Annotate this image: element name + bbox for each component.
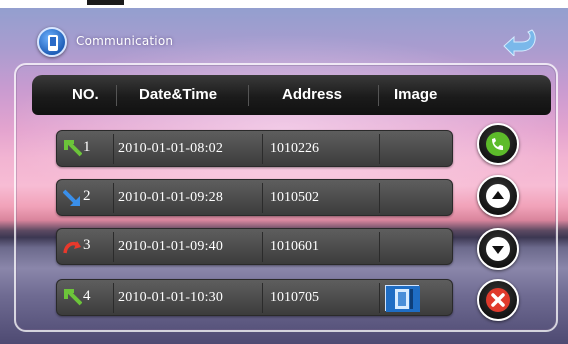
- return-arrow-icon[interactable]: [502, 26, 540, 58]
- cell-divider: [113, 283, 114, 313]
- phone-globe-icon[interactable]: [37, 27, 67, 57]
- scroll-down-button[interactable]: [477, 228, 519, 270]
- cell-divider: [113, 232, 114, 262]
- column-header-datetime: Date&Time: [139, 86, 218, 103]
- column-header-no: NO.: [72, 86, 99, 103]
- row-number: 2: [83, 188, 91, 204]
- row-address: 1010705: [270, 290, 319, 305]
- outgoing-call-icon: [63, 189, 80, 206]
- table-row[interactable]: 3 2010-01-01-09:40 1010601: [56, 228, 453, 265]
- phone-glyph: [48, 35, 58, 51]
- image-thumbnail[interactable]: [385, 285, 420, 312]
- door-image-icon: [386, 286, 420, 312]
- row-address: 1010502: [270, 190, 319, 205]
- top-strip: [0, 0, 568, 8]
- incoming-call-icon: [64, 289, 82, 306]
- header-divider: [378, 85, 379, 106]
- table-header: NO. Date&Time Address Image: [32, 75, 551, 115]
- row-address: 1010226: [270, 141, 319, 156]
- scroll-up-icon: [486, 184, 510, 208]
- top-mark: [87, 0, 124, 5]
- cell-divider: [262, 134, 263, 164]
- cell-divider: [262, 232, 263, 262]
- row-datetime: 2010-01-01-09:40: [118, 239, 224, 254]
- cell-divider: [262, 183, 263, 213]
- table-row[interactable]: 4 2010-01-01-10:30 1010705: [56, 279, 453, 316]
- cell-divider: [379, 134, 380, 164]
- row-address: 1010601: [270, 239, 319, 254]
- table-row[interactable]: 1 2010-01-01-08:02 1010226: [56, 130, 453, 167]
- cell-divider: [113, 183, 114, 213]
- missed-call-icon: [63, 241, 81, 254]
- cell-divider: [379, 232, 380, 262]
- page-title: Communication: [76, 34, 174, 48]
- header-divider: [248, 85, 249, 106]
- scroll-down-icon: [486, 237, 510, 261]
- column-header-image: Image: [394, 86, 438, 103]
- delete-icon: [486, 288, 510, 312]
- scroll-up-button[interactable]: [477, 175, 519, 217]
- call-back-button[interactable]: [477, 123, 519, 165]
- cell-divider: [113, 134, 114, 164]
- table-row[interactable]: 2 2010-01-01-09:28 1010502: [56, 179, 453, 216]
- header-divider: [116, 85, 117, 106]
- row-number: 3: [83, 237, 91, 253]
- row-datetime: 2010-01-01-09:28: [118, 190, 224, 205]
- row-number: 1: [83, 139, 91, 155]
- row-datetime: 2010-01-01-08:02: [118, 141, 224, 156]
- incoming-call-icon: [64, 140, 82, 157]
- cell-divider: [379, 283, 380, 313]
- delete-button[interactable]: [477, 279, 519, 321]
- cell-divider: [262, 283, 263, 313]
- call-back-icon: [486, 132, 510, 156]
- cell-divider: [379, 183, 380, 213]
- row-datetime: 2010-01-01-10:30: [118, 290, 224, 305]
- row-number: 4: [83, 288, 91, 304]
- column-header-address: Address: [282, 86, 343, 103]
